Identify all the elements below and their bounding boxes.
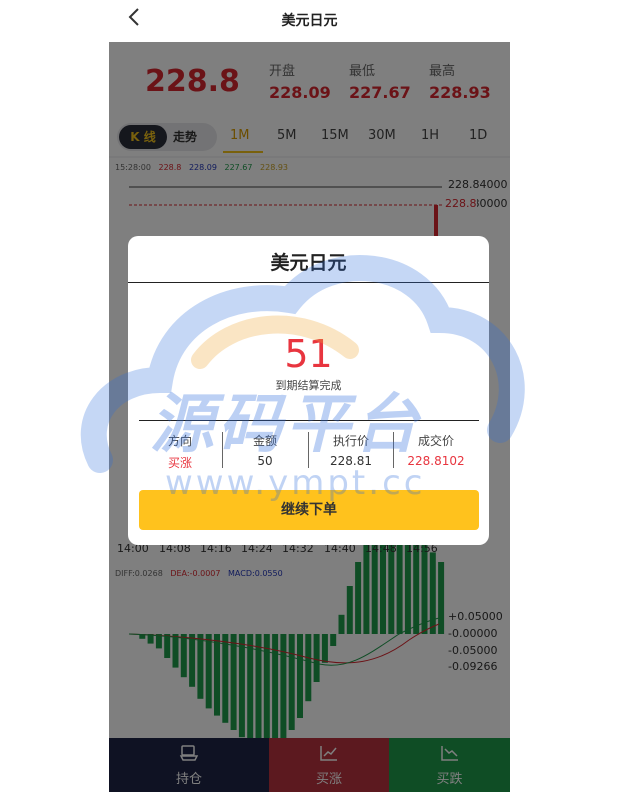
settlement-status: 到期结算完成 [275, 379, 342, 392]
settlement-dialog: 美元日元 51 到期结算完成 方向 买涨 金额 50 执行价 228.81 成交… [128, 236, 489, 545]
strike-value: 228.81 [330, 454, 372, 468]
amount-column: 金额 50 [224, 432, 306, 468]
direction-column: 方向 买涨 [139, 432, 221, 471]
page-title: 美元日元 [281, 13, 338, 29]
nav-bar: 美元日元 [109, 0, 510, 42]
countdown-number: 51 [284, 332, 333, 376]
strike-column: 执行价 228.81 [310, 432, 392, 468]
strike-header: 执行价 [332, 434, 369, 448]
amount-value: 50 [257, 454, 273, 468]
column-separator [393, 432, 394, 468]
divider [139, 420, 479, 421]
app-screen: 美元日元 228.8 开盘 228.09 最低 227.67 最高 228.93… [109, 0, 510, 792]
amount-header: 金额 [252, 434, 277, 448]
direction-header: 方向 [167, 434, 192, 448]
deal-price-column: 成交价 228.8102 [395, 432, 477, 468]
divider [128, 282, 489, 283]
column-separator [222, 432, 223, 468]
continue-order-button[interactable]: 继续下单 [139, 490, 479, 530]
deal-price-value: 228.8102 [407, 454, 465, 468]
dialog-title: 美元日元 [270, 252, 347, 274]
deal-price-header: 成交价 [417, 434, 454, 448]
column-separator [308, 432, 309, 468]
direction-value: 买涨 [167, 456, 192, 470]
